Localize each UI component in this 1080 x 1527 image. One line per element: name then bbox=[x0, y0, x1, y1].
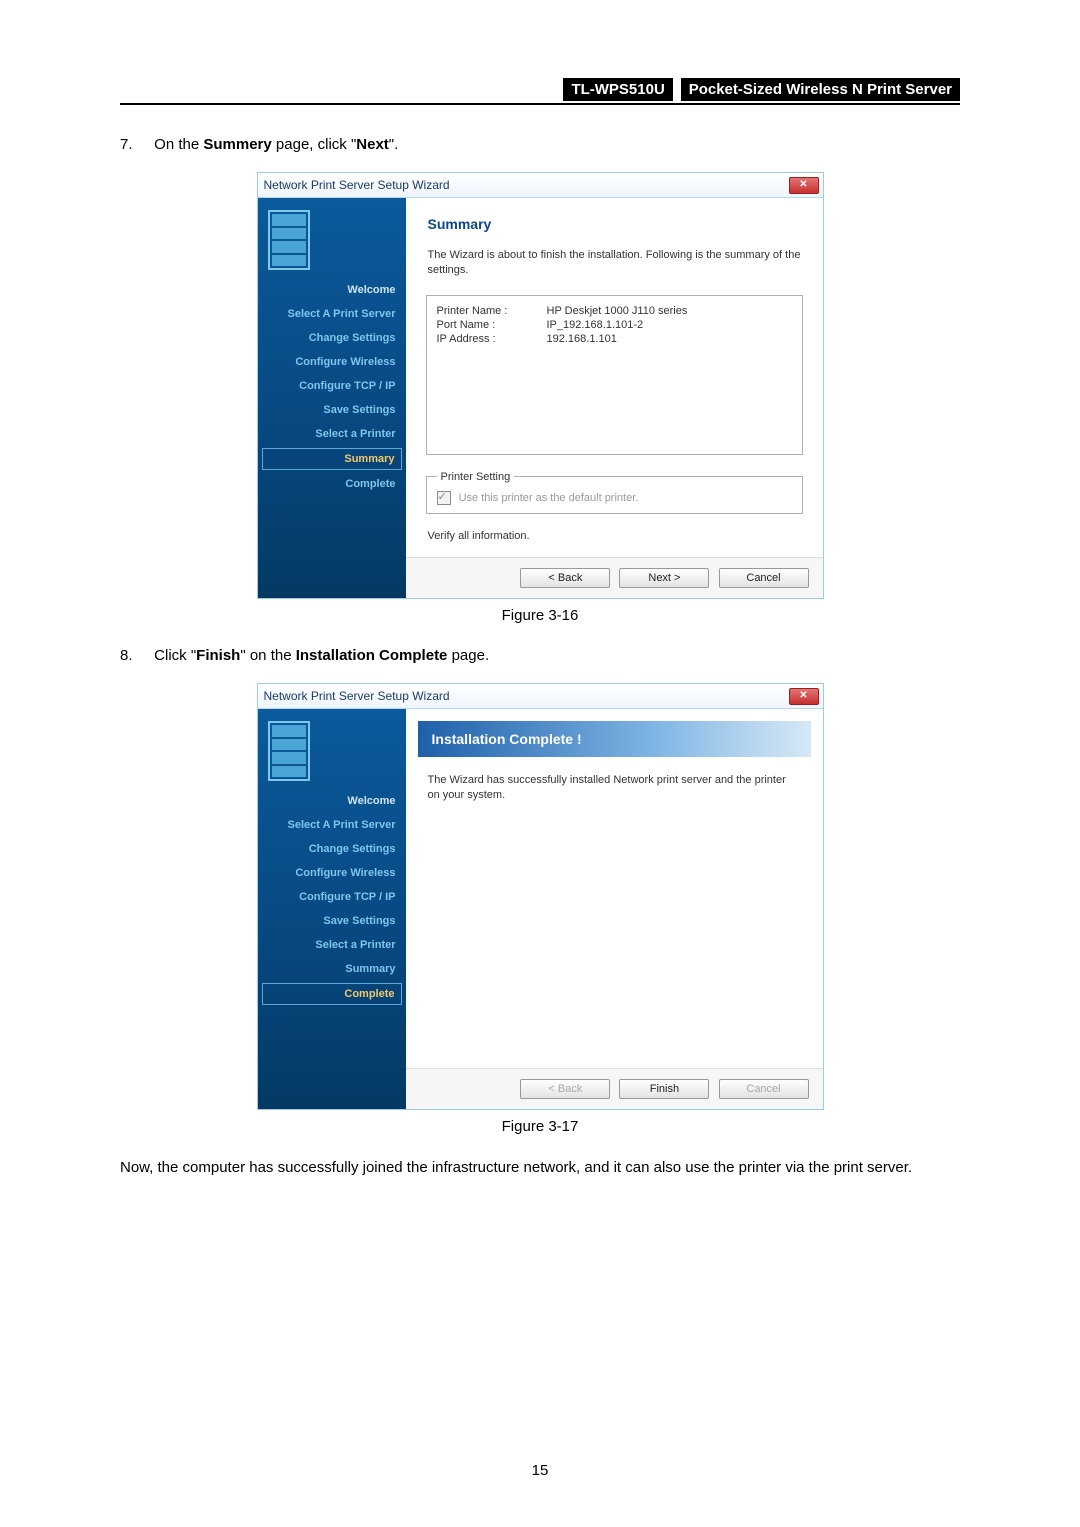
document-page: TL-WPS510U Pocket-Sized Wireless N Print… bbox=[0, 0, 1080, 1527]
sidebar-item-select-printer[interactable]: Select a Printer bbox=[258, 422, 406, 446]
port-name-value: IP_192.168.1.101-2 bbox=[547, 319, 644, 331]
page-number: 15 bbox=[0, 1462, 1080, 1479]
page-header: TL-WPS510U Pocket-Sized Wireless N Print… bbox=[120, 78, 960, 105]
sidebar-item-summary[interactable]: Summary bbox=[262, 448, 402, 470]
sidebar-item-configure-wireless[interactable]: Configure Wireless bbox=[258, 350, 406, 374]
back-button: < Back bbox=[520, 1079, 610, 1099]
default-printer-checkbox[interactable] bbox=[437, 491, 451, 505]
sidebar-item-configure-tcpip[interactable]: Configure TCP / IP bbox=[258, 374, 406, 398]
step-number: 8. bbox=[120, 642, 150, 669]
wizard-titlebar[interactable]: Network Print Server Setup Wizard ✕ bbox=[258, 173, 823, 198]
wizard-complete: Network Print Server Setup Wizard ✕ Welc… bbox=[257, 683, 824, 1110]
printer-setting-legend: Printer Setting bbox=[437, 471, 515, 483]
next-button[interactable]: Next > bbox=[619, 568, 709, 588]
port-name-label: Port Name : bbox=[437, 319, 547, 331]
sidebar-item-change-settings[interactable]: Change Settings bbox=[258, 326, 406, 350]
wizard-content: Installation Complete ! The Wizard has s… bbox=[406, 709, 823, 1109]
wizard-footer: < Back Finish Cancel bbox=[406, 1068, 823, 1109]
sidebar-item-change-settings[interactable]: Change Settings bbox=[258, 837, 406, 861]
printer-name-label: Printer Name : bbox=[437, 305, 547, 317]
wizard-body: Welcome Select A Print Server Change Set… bbox=[258, 198, 823, 598]
cancel-button: Cancel bbox=[719, 1079, 809, 1099]
content-title: Summary bbox=[422, 210, 807, 248]
close-icon[interactable]: ✕ bbox=[789, 688, 819, 705]
figure-caption-2: Figure 3-17 bbox=[120, 1118, 960, 1135]
closing-paragraph: Now, the computer has successfully joine… bbox=[120, 1153, 960, 1182]
sidebar-item-configure-wireless[interactable]: Configure Wireless bbox=[258, 861, 406, 885]
step-8: 8. Click "Finish" on the Installation Co… bbox=[120, 642, 960, 669]
printer-setting-group: Printer Setting Use this printer as the … bbox=[426, 471, 803, 514]
print-logo-icon bbox=[268, 721, 310, 781]
kv-printer-name: Printer Name : HP Deskjet 1000 J110 seri… bbox=[437, 304, 792, 318]
printer-name-value: HP Deskjet 1000 J110 series bbox=[547, 305, 688, 317]
step-7: 7. On the Summery page, click "Next". bbox=[120, 131, 960, 158]
wizard-title: Network Print Server Setup Wizard bbox=[264, 684, 450, 708]
close-icon[interactable]: ✕ bbox=[789, 177, 819, 194]
wizard-footer: < Back Next > Cancel bbox=[406, 557, 823, 598]
step-list: 7. On the Summery page, click "Next". bbox=[120, 131, 960, 158]
summary-values-group: Printer Name : HP Deskjet 1000 J110 seri… bbox=[426, 295, 803, 455]
step-number: 7. bbox=[120, 131, 150, 158]
wizard-sidebar: Welcome Select A Print Server Change Set… bbox=[258, 709, 406, 1109]
complete-text: The Wizard has successfully installed Ne… bbox=[422, 773, 807, 814]
ip-address-label: IP Address : bbox=[437, 333, 547, 345]
print-logo-icon bbox=[268, 210, 310, 270]
step-text: On the Summery page, click "Next". bbox=[154, 136, 398, 153]
sidebar-item-select-print-server[interactable]: Select A Print Server bbox=[258, 813, 406, 837]
sidebar-item-select-print-server[interactable]: Select A Print Server bbox=[258, 302, 406, 326]
step-list-2: 8. Click "Finish" on the Installation Co… bbox=[120, 642, 960, 669]
sidebar-item-summary[interactable]: Summary bbox=[258, 957, 406, 981]
verify-text: Verify all information. bbox=[422, 524, 807, 557]
back-button[interactable]: < Back bbox=[520, 568, 610, 588]
cancel-button[interactable]: Cancel bbox=[719, 568, 809, 588]
ip-address-value: 192.168.1.101 bbox=[547, 333, 617, 345]
content-title: Installation Complete ! bbox=[418, 721, 811, 757]
sidebar-item-complete[interactable]: Complete bbox=[262, 983, 402, 1005]
wizard-title: Network Print Server Setup Wizard bbox=[264, 173, 450, 197]
sidebar-item-save-settings[interactable]: Save Settings bbox=[258, 398, 406, 422]
header-model: TL-WPS510U bbox=[563, 78, 672, 101]
wizard-summary: Network Print Server Setup Wizard ✕ Welc… bbox=[257, 172, 824, 599]
header-description: Pocket-Sized Wireless N Print Server bbox=[681, 78, 960, 101]
sidebar-item-complete[interactable]: Complete bbox=[258, 472, 406, 496]
sidebar-item-save-settings[interactable]: Save Settings bbox=[258, 909, 406, 933]
figure-caption-1: Figure 3-16 bbox=[120, 607, 960, 624]
wizard-titlebar[interactable]: Network Print Server Setup Wizard ✕ bbox=[258, 684, 823, 709]
kv-port-name: Port Name : IP_192.168.1.101-2 bbox=[437, 318, 792, 332]
summary-intro: The Wizard is about to finish the instal… bbox=[422, 248, 807, 289]
default-printer-label: Use this printer as the default printer. bbox=[459, 492, 639, 504]
sidebar-item-configure-tcpip[interactable]: Configure TCP / IP bbox=[258, 885, 406, 909]
step-text: Click "Finish" on the Installation Compl… bbox=[154, 647, 489, 664]
sidebar-item-select-printer[interactable]: Select a Printer bbox=[258, 933, 406, 957]
finish-button[interactable]: Finish bbox=[619, 1079, 709, 1099]
sidebar-item-welcome[interactable]: Welcome bbox=[258, 789, 406, 813]
wizard-sidebar: Welcome Select A Print Server Change Set… bbox=[258, 198, 406, 598]
kv-ip-address: IP Address : 192.168.1.101 bbox=[437, 332, 792, 346]
wizard-body: Welcome Select A Print Server Change Set… bbox=[258, 709, 823, 1109]
wizard-content: Summary The Wizard is about to finish th… bbox=[406, 198, 823, 598]
sidebar-item-welcome[interactable]: Welcome bbox=[258, 278, 406, 302]
